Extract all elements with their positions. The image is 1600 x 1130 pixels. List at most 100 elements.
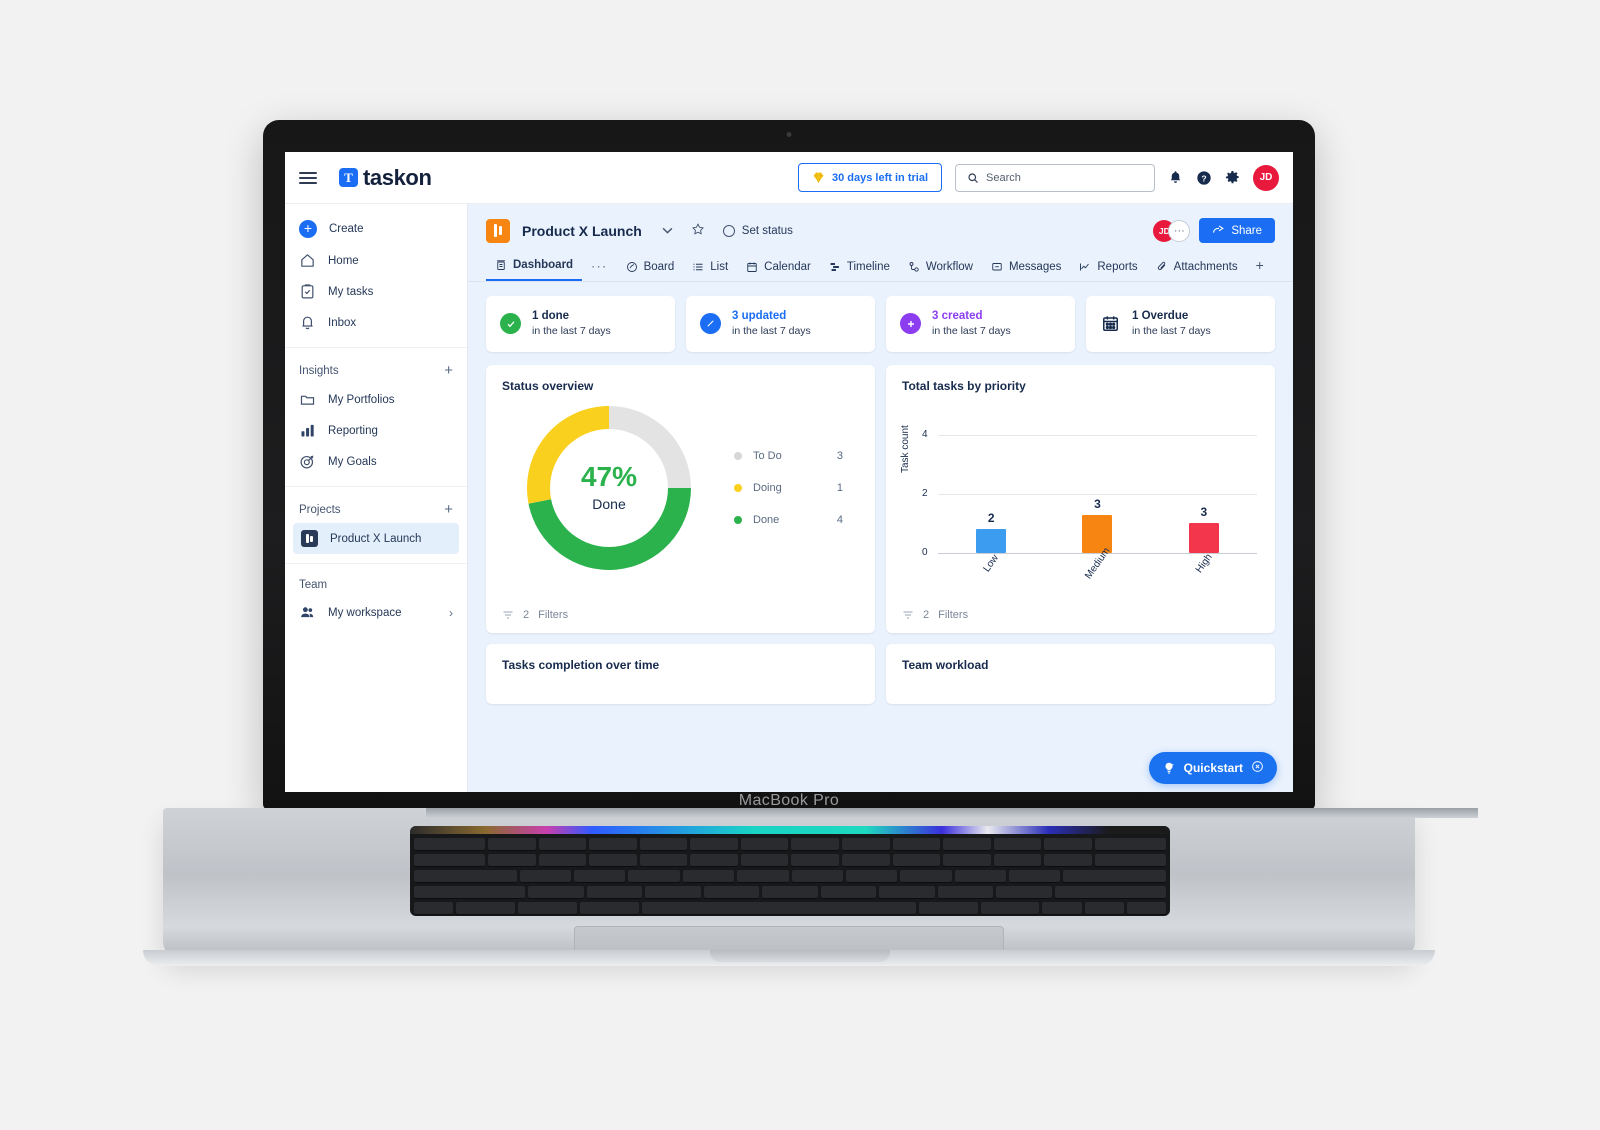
sidebar-item-my-goals[interactable]: My Goals <box>285 446 467 477</box>
key <box>1084 902 1124 915</box>
y-tick-label: 2 <box>922 487 928 499</box>
legend-dot-icon <box>734 515 742 524</box>
bar-chart[interactable]: Task count 4 2 0 2 3 3 Low Medium High <box>886 393 1275 601</box>
stat-card-overdue[interactable]: 1 Overdue in the last 7 days <box>1086 296 1275 352</box>
tab-calendar[interactable]: Calendar <box>737 255 820 281</box>
stat-card-updated[interactable]: 3 updated in the last 7 days <box>686 296 875 352</box>
close-circle-icon[interactable] <box>1251 760 1264 776</box>
trackpad[interactable] <box>574 926 1004 952</box>
add-project-button[interactable]: + <box>444 502 453 517</box>
key <box>517 902 577 915</box>
sidebar-item-reporting[interactable]: Reporting <box>285 415 467 446</box>
bell-icon[interactable] <box>1168 170 1183 185</box>
tab-timeline[interactable]: Timeline <box>820 255 899 281</box>
legend-item-todo[interactable]: To Do 3 <box>734 440 859 472</box>
avatar[interactable]: JD <box>1253 164 1279 191</box>
team-workload-card: Team workload <box>886 643 1275 704</box>
touch-bar[interactable] <box>410 826 1170 834</box>
brand-logo[interactable]: T taskon <box>339 165 432 191</box>
key <box>820 886 877 899</box>
keyboard-row <box>414 838 1166 851</box>
key <box>879 886 935 899</box>
tasks-completion-card: Tasks completion over time <box>486 643 875 704</box>
key <box>519 870 572 883</box>
more-members-button[interactable]: ··· <box>1168 219 1191 242</box>
add-tab-button[interactable]: + <box>1247 257 1273 281</box>
hamburger-icon[interactable] <box>299 171 317 184</box>
search-input[interactable]: Search <box>955 163 1155 192</box>
set-status-button[interactable]: Set status <box>722 224 793 237</box>
gear-icon[interactable] <box>1225 170 1240 185</box>
share-button[interactable]: Share <box>1199 218 1275 243</box>
quickstart-button[interactable]: Quickstart <box>1148 752 1277 784</box>
share-label: Share <box>1231 224 1262 237</box>
app-body: + Create Home My tasks Inbox Insights + … <box>285 204 1293 792</box>
target-icon <box>299 453 316 470</box>
bars-container: 2 3 3 <box>938 435 1257 553</box>
help-icon[interactable]: ? <box>1196 170 1212 186</box>
sidebar-item-label: My Portfolios <box>328 393 395 406</box>
bar-group-medium[interactable]: 3 <box>1044 435 1150 553</box>
tab-list[interactable]: List <box>683 255 737 281</box>
charts-row: Status overview 47% Done To Do 3 Doing 1… <box>486 364 1277 784</box>
tab-overflow-button[interactable]: ··· <box>582 259 617 281</box>
check-circle-icon <box>500 313 521 335</box>
filter-label: Filters <box>538 608 569 621</box>
x-tick-medium: Medium <box>1044 546 1150 581</box>
tab-label: Attachments <box>1173 261 1238 273</box>
tab-label: Calendar <box>764 261 811 273</box>
chevron-down-icon[interactable] <box>662 225 673 237</box>
bar-medium <box>1082 514 1113 553</box>
stat-title: 3 created <box>932 310 983 322</box>
star-icon[interactable] <box>691 222 705 239</box>
tab-reports[interactable]: Reports <box>1070 255 1146 281</box>
reports-icon <box>1079 261 1091 273</box>
legend-value: 3 <box>836 449 843 462</box>
dashboard-icon <box>495 259 507 271</box>
bar-group-high[interactable]: 3 <box>1151 435 1257 553</box>
tab-attachments[interactable]: Attachments <box>1147 255 1247 281</box>
tab-label: List <box>710 261 729 273</box>
tab-board[interactable]: Board <box>617 255 684 281</box>
key <box>690 838 738 851</box>
tab-messages[interactable]: Messages <box>982 255 1070 281</box>
donut-center-label: Done <box>592 496 626 513</box>
priority-card-body: Task count 4 2 0 2 3 3 Low Medium High <box>886 393 1275 601</box>
tab-workflow[interactable]: Workflow <box>899 255 982 281</box>
legend-item-doing[interactable]: Doing 1 <box>734 472 859 504</box>
diamond-icon <box>812 171 825 184</box>
tab-dashboard[interactable]: Dashboard <box>486 253 583 281</box>
key <box>456 902 515 915</box>
legend-item-done[interactable]: Done 4 <box>734 504 859 536</box>
sidebar-item-home[interactable]: Home <box>285 245 467 276</box>
sidebar-item-label: My tasks <box>328 285 374 298</box>
laptop-base-notch <box>710 950 890 962</box>
bar-value-label: 3 <box>1200 504 1208 519</box>
dashboard-content: 1 done in the last 7 days 3 updated in t… <box>468 282 1293 792</box>
keyboard-row <box>414 854 1166 867</box>
trial-button[interactable]: 30 days left in trial <box>798 163 942 192</box>
donut-chart[interactable]: 47% Done <box>520 399 698 577</box>
status-overview-filters[interactable]: 2 Filters <box>486 601 875 633</box>
stat-card-done[interactable]: 1 done in the last 7 days <box>486 296 675 352</box>
stat-title: 1 Overdue <box>1132 310 1189 322</box>
chevron-right-icon[interactable]: › <box>449 606 453 620</box>
sidebar-item-inbox[interactable]: Inbox <box>285 307 467 338</box>
stat-card-created[interactable]: 3 created in the last 7 days <box>886 296 1075 352</box>
sidebar-item-my-tasks[interactable]: My tasks <box>285 276 467 307</box>
priority-card-filters[interactable]: 2 Filters <box>886 601 1275 633</box>
add-insight-button[interactable]: + <box>444 363 453 378</box>
list-icon <box>692 261 704 273</box>
sidebar-item-my-workspace[interactable]: My workspace › <box>285 597 467 628</box>
bar-group-low[interactable]: 2 <box>938 435 1044 553</box>
stat-subtitle: in the last 7 days <box>732 325 811 338</box>
key <box>954 870 1006 883</box>
sidebar-item-create[interactable]: + Create <box>285 213 467 245</box>
sidebar-item-product-x-launch[interactable]: Product X Launch <box>293 523 459 554</box>
app-topbar: T taskon 30 days left in trial Search ? … <box>285 152 1293 204</box>
key <box>488 838 536 851</box>
key <box>918 902 978 915</box>
key <box>737 870 789 883</box>
key <box>690 854 738 867</box>
sidebar-item-my-portfolios[interactable]: My Portfolios <box>285 384 467 415</box>
